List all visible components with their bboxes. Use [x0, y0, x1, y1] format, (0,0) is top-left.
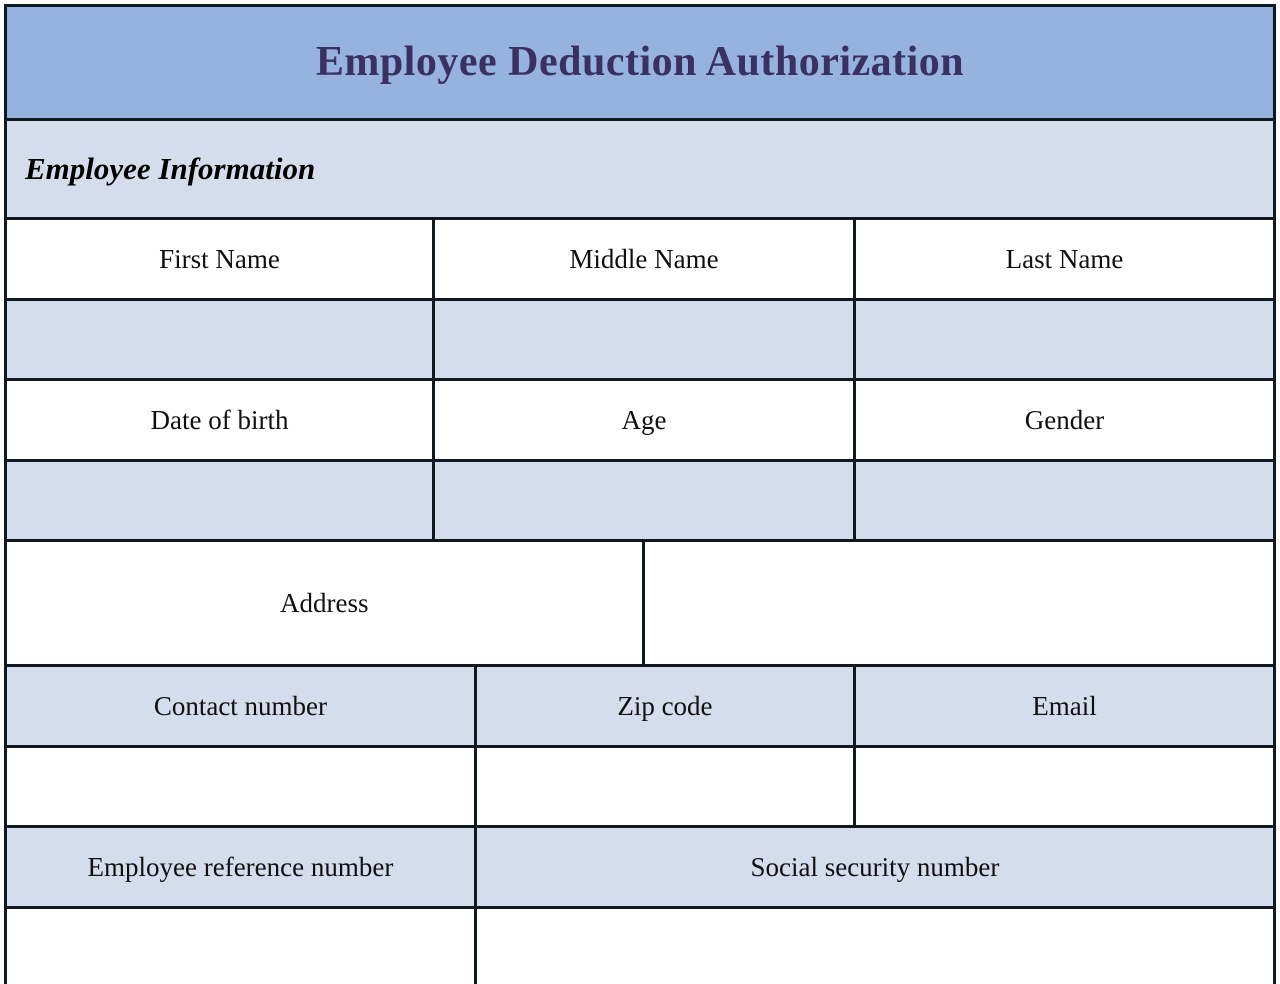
zip-code-input[interactable] — [476, 748, 856, 825]
first-name-label: First Name — [159, 243, 280, 274]
page-title: Employee Deduction Authorization — [315, 39, 965, 86]
contact-number-label: Contact number — [153, 690, 328, 721]
middle-name-input[interactable] — [434, 301, 856, 378]
email-input[interactable] — [856, 748, 1273, 825]
employee-reference-number-label-cell: Employee reference number — [7, 828, 477, 906]
social-security-number-label: Social security number — [750, 851, 1000, 882]
zip-code-label-cell: Zip code — [476, 667, 856, 745]
section-heading-cell: Employee Information — [7, 121, 1273, 217]
contact-number-input[interactable] — [7, 748, 477, 825]
zip-code-label: Zip code — [617, 690, 713, 721]
date-of-birth-label: Date of birth — [150, 404, 289, 435]
age-label: Age — [621, 404, 667, 435]
contact-label-row: Contact number Zip code Email — [4, 664, 1276, 745]
name-label-row: First Name Middle Name Last Name — [4, 217, 1276, 298]
email-label: Email — [1032, 690, 1097, 721]
section-heading-row: Employee Information — [4, 118, 1276, 217]
address-label-cell: Address — [7, 542, 645, 664]
first-name-input[interactable] — [7, 301, 435, 378]
email-label-cell: Email — [856, 667, 1273, 745]
social-security-number-label-cell: Social security number — [476, 828, 1273, 906]
middle-name-label: Middle Name — [569, 243, 719, 274]
employee-deduction-authorization-form: Employee Deduction Authorization Employe… — [0, 0, 1280, 984]
form-title-banner: Employee Deduction Authorization — [4, 4, 1276, 118]
birth-label-row: Date of birth Age Gender — [4, 378, 1276, 459]
birth-input-row — [4, 459, 1276, 539]
gender-label-cell: Gender — [855, 381, 1273, 459]
employee-reference-number-input[interactable] — [7, 909, 477, 984]
last-name-label: Last Name — [1005, 243, 1124, 274]
gender-label: Gender — [1024, 404, 1105, 435]
last-name-input[interactable] — [855, 301, 1273, 378]
form-title-cell: Employee Deduction Authorization — [7, 7, 1273, 118]
last-name-label-cell: Last Name — [855, 220, 1273, 298]
first-name-label-cell: First Name — [7, 220, 435, 298]
contact-input-row — [4, 745, 1276, 825]
name-input-row — [4, 298, 1276, 378]
identifier-input-row — [4, 906, 1276, 984]
middle-name-label-cell: Middle Name — [434, 220, 856, 298]
employee-reference-number-label: Employee reference number — [87, 851, 394, 882]
address-label: Address — [280, 587, 369, 618]
address-input[interactable] — [644, 542, 1273, 664]
section-heading-employee-information: Employee Information — [25, 151, 316, 186]
contact-number-label-cell: Contact number — [7, 667, 477, 745]
gender-input[interactable] — [855, 462, 1273, 539]
identifier-label-row: Employee reference number Social securit… — [4, 825, 1276, 906]
address-row: Address — [4, 539, 1276, 664]
age-input[interactable] — [434, 462, 856, 539]
age-label-cell: Age — [434, 381, 856, 459]
date-of-birth-label-cell: Date of birth — [7, 381, 435, 459]
social-security-number-input[interactable] — [476, 909, 1273, 984]
date-of-birth-input[interactable] — [7, 462, 435, 539]
